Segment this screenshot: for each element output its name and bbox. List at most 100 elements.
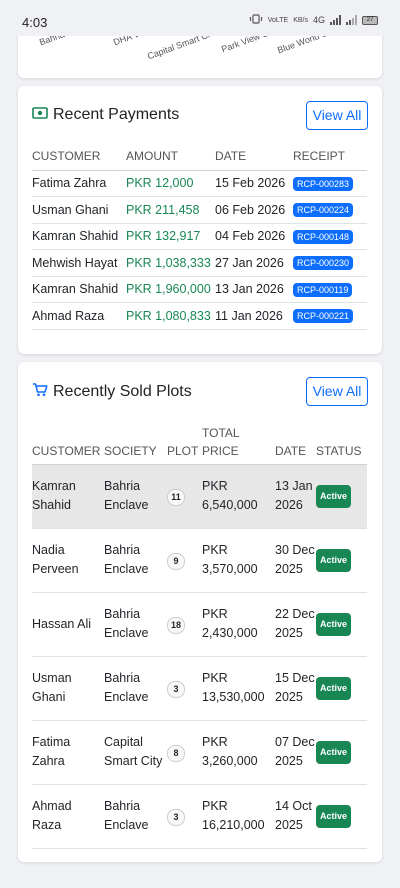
receipt-cell: RCP-000224 — [293, 196, 367, 224]
table-row[interactable]: Fatima Zahra PKR 12,000 15 Feb 2026 RCP-… — [32, 170, 367, 197]
table-row[interactable]: Usman Ghani PKR 211,458 06 Feb 2026 RCP-… — [32, 196, 367, 224]
price-cell: PKR 6,540,000 — [202, 464, 275, 529]
table-row[interactable]: Nadia Perveen Bahria Enclave 9 PKR 3,570… — [32, 528, 367, 593]
status-bar: 4:03 VoLTE KB/s 4G 27 — [0, 0, 400, 36]
customer-cell: Fatima Zahra — [32, 720, 104, 785]
plots-title: Recently Sold Plots — [32, 382, 192, 402]
data-speed-indicator: KB/s — [293, 16, 308, 24]
plot-number-badge: 9 — [167, 552, 185, 570]
plot-number-badge: 11 — [167, 488, 185, 506]
date-cell: 15 Dec 2025 — [275, 656, 316, 721]
customer-cell: Ahmad Raza — [32, 302, 126, 330]
status-badge: Active — [316, 484, 352, 508]
plot-cell: 3 — [167, 784, 202, 849]
customer-cell: Nadia Perveen — [32, 528, 104, 593]
society-cell: Bahria Enclave — [104, 784, 167, 849]
plot-cell: 9 — [167, 528, 202, 593]
customer-cell: Kamran Shahid — [32, 223, 126, 250]
table-row[interactable]: Fatima Zahra Capital Smart City 8 PKR 3,… — [32, 720, 367, 785]
society-cell: Bahria Enclave — [104, 528, 167, 593]
customer-cell: Fatima Zahra — [32, 170, 126, 197]
date-cell: 30 Dec 2025 — [275, 528, 316, 593]
society-cell: Capital Smart City — [104, 720, 167, 785]
volte-indicator: VoLTE — [267, 16, 289, 24]
customer-cell: Ahmad Raza — [32, 784, 104, 849]
column-header: SOCIETY — [104, 420, 167, 465]
receipt-badge[interactable]: RCP-000148 — [293, 229, 354, 244]
status-badge: Active — [316, 804, 352, 828]
network-type: 4G — [312, 15, 325, 25]
column-header: RECEIPT — [293, 143, 367, 171]
amount-cell: PKR 211,458 — [126, 196, 215, 224]
plot-cell: 8 — [167, 720, 202, 785]
date-cell: 07 Dec 2025 — [275, 720, 316, 785]
date-cell: 14 Oct 2025 — [275, 784, 316, 849]
status-badge: Active — [316, 612, 352, 636]
plot-number-badge: 18 — [167, 616, 185, 634]
customer-cell: Usman Ghani — [32, 196, 126, 224]
column-header: AMOUNT — [126, 143, 215, 171]
status-cell: Active — [316, 656, 367, 721]
society-cell: Bahria Enclave — [104, 656, 167, 721]
recently-sold-plots-card: Recently Sold Plots View All CUSTOMER SO… — [18, 362, 382, 862]
receipt-badge[interactable]: RCP-000221 — [293, 309, 354, 324]
date-cell: 13 Jan 2026 — [215, 276, 293, 303]
column-header: DATE — [215, 143, 293, 171]
receipt-cell: RCP-000230 — [293, 249, 367, 277]
status-cell: Active — [316, 784, 367, 849]
payments-view-all-button[interactable]: View All — [306, 101, 368, 130]
status-cell: Active — [316, 592, 367, 657]
column-header: DATE — [275, 420, 316, 465]
amount-cell: PKR 1,960,000 — [126, 276, 215, 303]
date-cell: 04 Feb 2026 — [215, 223, 293, 250]
society-cell: Bahria Enclave — [104, 464, 167, 529]
receipt-badge[interactable]: RCP-000119 — [293, 282, 353, 297]
plot-number-badge: 3 — [167, 808, 185, 826]
plots-view-all-button[interactable]: View All — [306, 377, 368, 406]
payments-header: Recent Payments View All — [32, 101, 368, 131]
table-row[interactable]: Ahmad Raza PKR 1,080,833 11 Jan 2026 RCP… — [32, 302, 367, 330]
date-cell: 11 Jan 2026 — [215, 302, 293, 330]
table-row[interactable]: Hassan Ali Bahria Enclave 18 PKR 2,430,0… — [32, 592, 367, 657]
date-cell: 22 Dec 2025 — [275, 592, 316, 657]
status-cell: Active — [316, 720, 367, 785]
amount-cell: PKR 12,000 — [126, 170, 215, 197]
plots-header: Recently Sold Plots View All — [32, 377, 368, 407]
table-row[interactable]: Kamran Shahid PKR 1,960,000 13 Jan 2026 … — [32, 276, 367, 303]
table-header-row: CUSTOMER SOCIETY PLOT TOTAL PRICE DATE S… — [32, 420, 367, 465]
receipt-badge[interactable]: RCP-000230 — [293, 256, 354, 271]
price-cell: PKR 3,260,000 — [202, 720, 275, 785]
cart-icon — [32, 382, 48, 402]
cash-icon — [32, 106, 48, 124]
payments-title: Recent Payments — [32, 106, 179, 124]
plot-cell: 18 — [167, 592, 202, 657]
date-cell: 13 Jan 2026 — [275, 464, 316, 529]
payments-table: CUSTOMER AMOUNT DATE RECEIPT Fatima Zahr… — [32, 143, 367, 330]
price-cell: PKR 13,530,000 — [202, 656, 275, 721]
status-badge: Active — [316, 676, 352, 700]
receipt-cell: RCP-000283 — [293, 170, 367, 197]
society-cell: Bahria Enclave — [104, 592, 167, 657]
receipt-cell: RCP-000119 — [293, 276, 367, 303]
status-cell: Active — [316, 464, 367, 529]
customer-cell: Mehwish Hayat — [32, 249, 126, 277]
payments-title-text: Recent Payments — [53, 106, 180, 123]
column-header: CUSTOMER — [32, 420, 104, 465]
status-icons: VoLTE KB/s 4G 27 — [249, 14, 378, 26]
table-row[interactable]: Kamran Shahid Bahria Enclave 11 PKR 6,54… — [32, 464, 367, 529]
table-row[interactable]: Kamran Shahid PKR 132,917 04 Feb 2026 RC… — [32, 223, 367, 250]
amount-cell: PKR 1,080,833 — [126, 302, 215, 330]
table-row[interactable]: Usman Ghani Bahria Enclave 3 PKR 13,530,… — [32, 656, 367, 721]
receipt-badge[interactable]: RCP-000283 — [293, 176, 354, 191]
column-header: TOTAL PRICE — [202, 420, 275, 465]
plot-number-badge: 8 — [167, 744, 185, 762]
receipt-cell: RCP-000148 — [293, 223, 367, 250]
plots-table: CUSTOMER SOCIETY PLOT TOTAL PRICE DATE S… — [32, 420, 367, 849]
status-badge: Active — [316, 740, 352, 764]
plot-number-badge: 3 — [167, 680, 185, 698]
table-row[interactable]: Ahmad Raza Bahria Enclave 3 PKR 16,210,0… — [32, 784, 367, 849]
column-header: CUSTOMER — [32, 143, 126, 171]
table-row[interactable]: Mehwish Hayat PKR 1,038,333 27 Jan 2026 … — [32, 249, 367, 277]
receipt-badge[interactable]: RCP-000224 — [293, 203, 354, 218]
date-cell: 06 Feb 2026 — [215, 196, 293, 224]
